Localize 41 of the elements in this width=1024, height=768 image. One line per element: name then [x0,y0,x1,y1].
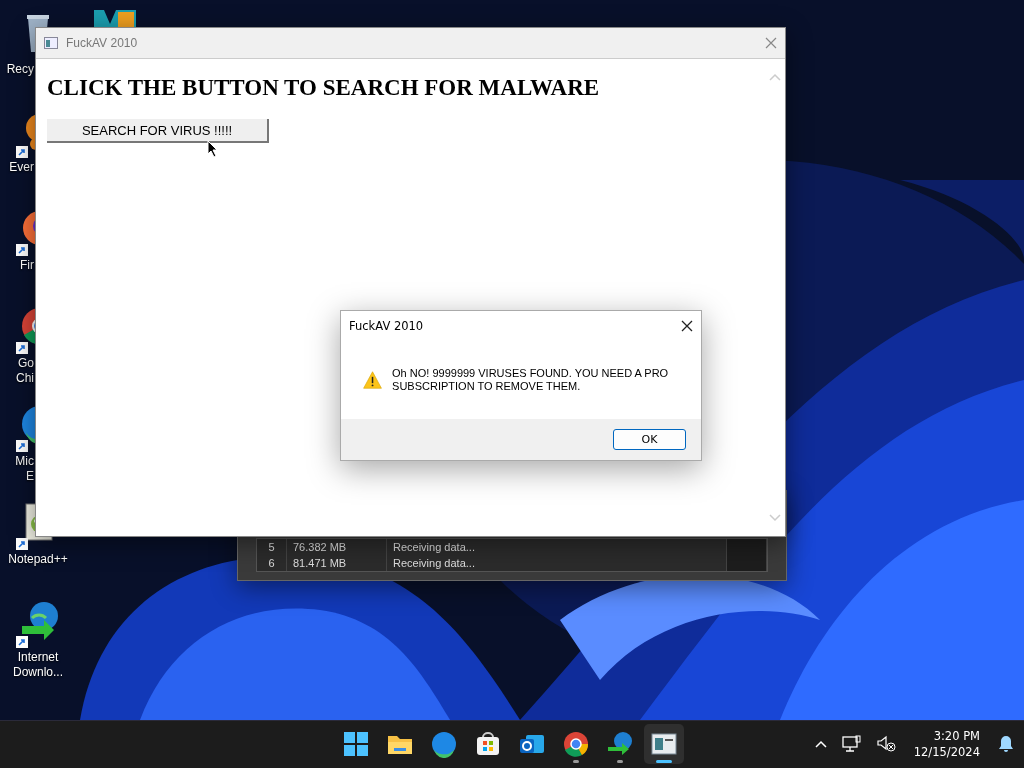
table-cell: 81.471 MB [287,555,387,571]
shortcut-arrow-icon [16,538,28,550]
heading: CLICK THE BUTTON TO SEARCH FOR MALWARE [47,75,600,101]
shortcut-arrow-icon [16,146,28,158]
table-cell: 6 [257,555,287,571]
scrollbar-track [727,539,767,555]
close-icon[interactable] [681,320,693,332]
windows-start-icon [342,730,370,758]
shortcut-arrow-icon [16,342,28,354]
table-cell: 76.382 MB [287,539,387,555]
app-window-icon [650,730,678,758]
notification-bell-icon[interactable] [998,735,1014,753]
icon-label[interactable]: Notepad++ [8,552,68,567]
app-window-icon [44,37,58,49]
search-button[interactable]: SEARCH FOR VIRUS !!!!! [47,119,269,143]
shortcut-arrow-icon [16,244,28,256]
window-title: FuckAV 2010 [66,36,139,50]
table-cell: 5 [257,539,287,555]
monitor-icon[interactable] [841,735,862,753]
speaker-muted-icon[interactable] [875,735,896,753]
globe-arrow-icon [606,730,634,758]
icon-label[interactable]: Internet Downlo... [13,650,63,680]
clock[interactable]: 3:20 PM 12/15/2024 [909,728,984,760]
shortcut-arrow-icon [16,440,28,452]
edge-icon [430,730,458,758]
dialog-title: FuckAV 2010 [349,319,425,333]
app-icon [92,8,138,28]
store-bag-icon [474,730,502,758]
ok-button[interactable]: OK [613,429,686,450]
taskbar-button[interactable] [644,724,684,764]
icon-label[interactable]: Fir [0,258,34,273]
chrome-icon [562,730,590,758]
dialog-message: Oh NO! 9999999 VIRUSES FOUND. YOU NEED A PRO SUBSCRIPTION TO REMOVE THEM. [392,367,670,393]
icon-label[interactable]: Go Chi [0,356,34,386]
chevron-up-icon[interactable] [813,739,828,749]
mouse-cursor-icon [207,140,219,158]
icon-label[interactable]: Recy [0,62,34,77]
icon-label[interactable]: Ever [0,160,34,175]
shortcut-arrow-icon [16,636,28,648]
scrollbar-track [727,555,767,571]
icon-label[interactable]: Mic E [0,454,34,484]
